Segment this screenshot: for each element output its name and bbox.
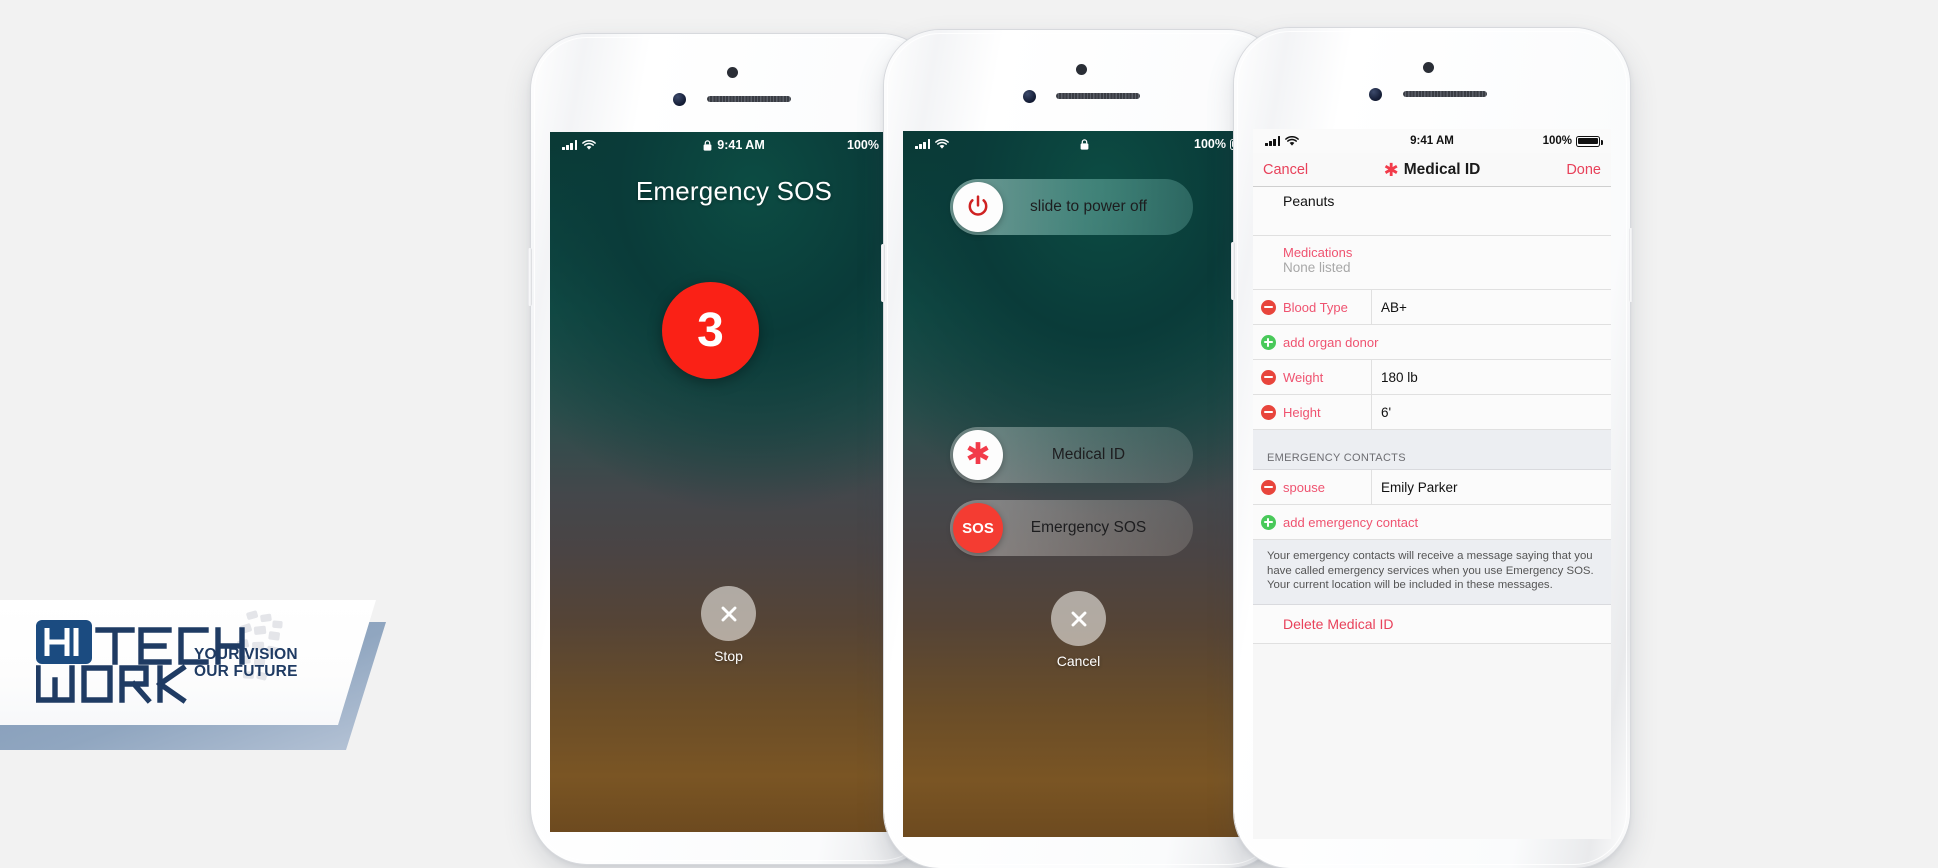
phone3-top-bezel: [1234, 28, 1630, 126]
phone1-battery-percent: 100%: [847, 138, 879, 152]
minus-icon[interactable]: [1260, 369, 1276, 385]
brand-tagline: YOUR VISION OUR FUTURE: [194, 646, 298, 680]
sos-countdown-number: 3: [697, 304, 724, 357]
slide-to-power-off-slider[interactable]: slide to power off: [950, 179, 1193, 235]
field-label: Weight: [1283, 369, 1324, 385]
proximity-sensor-icon: [1423, 62, 1434, 73]
minus-icon[interactable]: [1260, 299, 1276, 315]
phone3-volume-button[interactable]: [1231, 242, 1235, 300]
tagline-line-1: YOUR VISION: [194, 646, 298, 663]
phone1-clock: 9:41 AM: [717, 138, 765, 152]
front-camera-icon: [673, 93, 686, 106]
stop-button[interactable]: [701, 586, 756, 641]
medical-id-navbar: Cancel ✱ Medical ID Done: [1253, 153, 1611, 187]
lock-icon: [703, 139, 712, 151]
phone1-volume-button[interactable]: [528, 248, 532, 306]
tagline-line-2: OUR FUTURE: [194, 663, 298, 680]
medications-label: Medications: [1283, 245, 1353, 260]
delete-medical-id-button[interactable]: Delete Medical ID: [1253, 604, 1611, 644]
brand-logo: YOUR VISION OUR FUTURE: [0, 600, 400, 750]
lock-icon: [1080, 138, 1088, 150]
wallpaper: [550, 132, 918, 832]
done-button[interactable]: Done: [1566, 162, 1601, 178]
close-x-icon: [721, 606, 736, 621]
emergency-contacts-note: Your emergency contacts will receive a m…: [1253, 540, 1611, 605]
field-value[interactable]: 6': [1371, 395, 1611, 429]
table-row[interactable]: Height 6': [1253, 395, 1611, 430]
stop-button-label: Stop: [714, 648, 743, 664]
phone2-screen: 100% slide to power off ✱ Medical ID SOS…: [903, 131, 1265, 837]
table-row[interactable]: add emergency contact: [1253, 505, 1611, 540]
medications-row[interactable]: Medications None listed: [1253, 236, 1611, 290]
phone1-screen: 9:41 AM 100% Emergency SOS 3 Stop: [550, 132, 918, 832]
field-value[interactable]: AB+: [1371, 290, 1611, 324]
earpiece-speaker: [1403, 91, 1487, 97]
cancel-button-label: Cancel: [1056, 653, 1101, 669]
phone3-power-button[interactable]: [1629, 228, 1633, 302]
proximity-sensor-icon: [727, 67, 738, 78]
phone3-screen: 9:41 AM 100% Cancel ✱ Medical ID Done Pe…: [1253, 129, 1611, 839]
phone2-top-bezel: [884, 30, 1284, 128]
medical-id-slider[interactable]: ✱ Medical ID: [950, 427, 1193, 483]
phone3-status-bar: 9:41 AM 100%: [1253, 129, 1611, 153]
cancel-button[interactable]: Cancel: [1263, 162, 1308, 178]
phone-device-3: 9:41 AM 100% Cancel ✱ Medical ID Done Pe…: [1231, 28, 1633, 868]
contact-relation: spouse: [1283, 479, 1325, 495]
front-camera-icon: [1369, 88, 1382, 101]
earpiece-speaker: [707, 96, 791, 102]
cancel-button[interactable]: [1051, 591, 1106, 646]
front-camera-icon: [1023, 90, 1036, 103]
emergency-sos-slider[interactable]: SOS Emergency SOS: [950, 500, 1193, 556]
phone2-volume-button[interactable]: [881, 244, 885, 302]
table-row[interactable]: Weight 180 lb: [1253, 360, 1611, 395]
medications-value: None listed: [1283, 260, 1351, 275]
close-x-icon: [1071, 611, 1086, 626]
emergency-contacts-header: EMERGENCY CONTACTS: [1253, 430, 1611, 470]
logo-card: YOUR VISION OUR FUTURE: [0, 600, 376, 725]
sos-countdown-circle: 3: [662, 282, 759, 379]
add-emergency-contact-label: add emergency contact: [1283, 514, 1419, 530]
table-row[interactable]: add organ donor: [1253, 325, 1611, 360]
medical-id-editor: 9:41 AM 100% Cancel ✱ Medical ID Done Pe…: [1253, 129, 1611, 839]
phone1-title: Emergency SOS: [635, 176, 833, 206]
medical-id-label: Medical ID: [1051, 446, 1126, 463]
phone1-status-bar: 9:41 AM 100%: [550, 132, 918, 158]
page-title-text: Medical ID: [1403, 160, 1481, 178]
phone-device-2: 100% slide to power off ✱ Medical ID SOS…: [881, 30, 1287, 868]
proximity-sensor-icon: [1076, 64, 1087, 75]
battery-icon: [1576, 135, 1603, 147]
allergy-value: Peanuts: [1283, 193, 1335, 209]
minus-icon[interactable]: [1260, 479, 1276, 495]
contact-name[interactable]: Emily Parker: [1371, 470, 1611, 504]
earpiece-speaker: [1056, 93, 1140, 99]
phone1-top-bezel: [531, 34, 937, 132]
phone3-battery-percent: 100%: [1542, 135, 1572, 147]
wallpaper: [903, 131, 1265, 837]
phone-device-1: 9:41 AM 100% Emergency SOS 3 Stop: [528, 34, 940, 864]
phone2-status-bar: 100%: [903, 131, 1265, 157]
plus-icon[interactable]: [1260, 334, 1276, 350]
plus-icon[interactable]: [1260, 514, 1276, 530]
field-label: Blood Type: [1283, 299, 1348, 315]
phone2-battery-percent: 100%: [1194, 137, 1226, 151]
emergency-sos-label: Emergency SOS: [1030, 519, 1147, 536]
allergy-row[interactable]: Peanuts: [1253, 187, 1611, 236]
field-value[interactable]: 180 lb: [1371, 360, 1611, 394]
table-row[interactable]: spouse Emily Parker: [1253, 470, 1611, 505]
minus-icon[interactable]: [1260, 404, 1276, 420]
field-label: Height: [1283, 404, 1321, 420]
table-row[interactable]: Blood Type AB+: [1253, 290, 1611, 325]
slide-to-power-off-label: slide to power off: [1030, 198, 1147, 215]
add-organ-donor-label: add organ donor: [1283, 334, 1379, 350]
